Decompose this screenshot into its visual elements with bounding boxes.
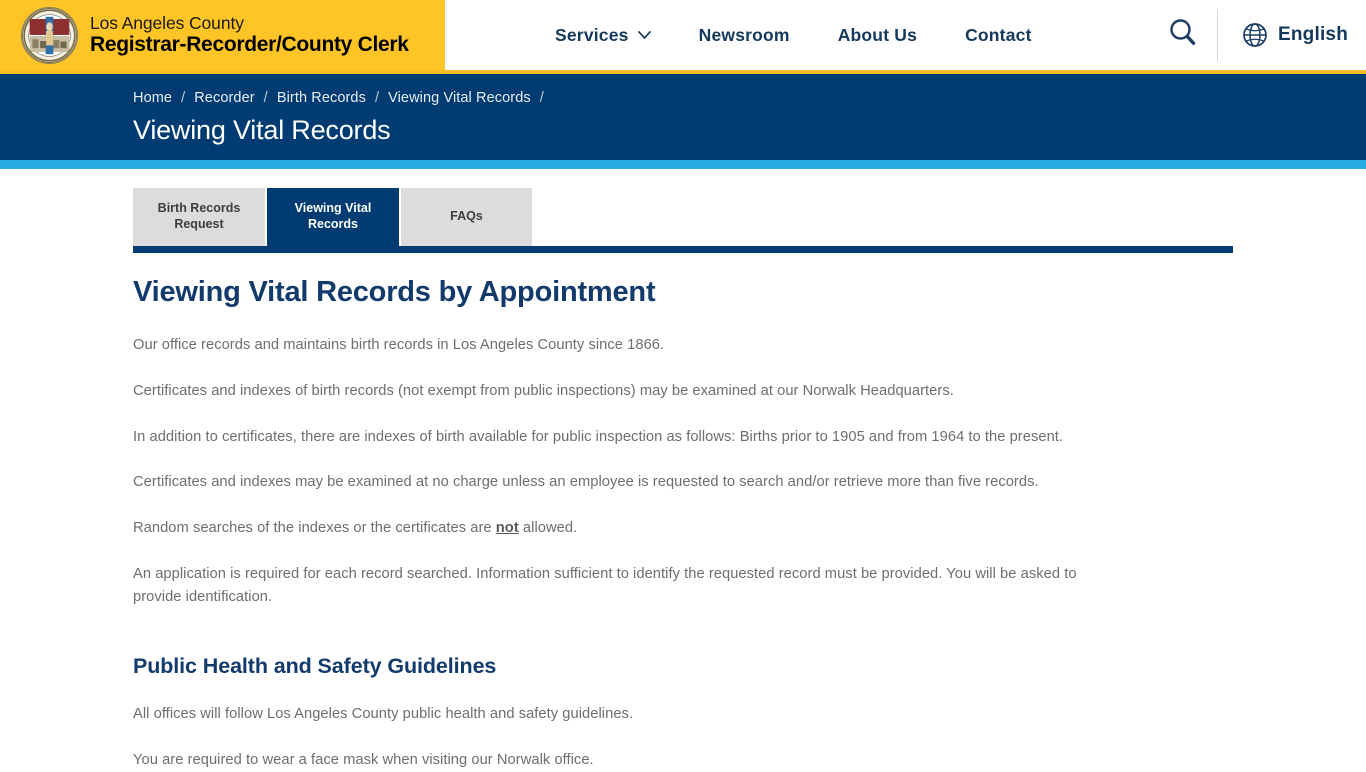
nav-item-contact-label: Contact (965, 24, 1032, 45)
brand-line-department: Registrar-Recorder/County Clerk (90, 32, 409, 56)
primary-nav: Services Newsroom About Us Contact (445, 0, 1155, 70)
tab-faqs[interactable]: FAQs (401, 188, 532, 246)
language-selector[interactable]: English (1242, 22, 1348, 48)
language-label: English (1277, 24, 1348, 45)
paragraph-certificates-examined: Certificates and indexes of birth record… (133, 382, 954, 399)
search-button[interactable] (1155, 16, 1211, 55)
breadcrumb-item-viewing-vital-records[interactable]: Viewing Vital Records (388, 90, 531, 106)
county-seal-icon (21, 6, 78, 64)
tab-faqs-label: FAQs (450, 209, 483, 224)
globe-icon (1242, 22, 1268, 48)
paragraph-offices-guidelines: All offices will follow Los Angeles Coun… (133, 706, 634, 723)
banner-accent-bar (0, 160, 1366, 169)
tab-viewing-vital-records-line1: Viewing Vital (294, 201, 372, 216)
nav-item-newsroom[interactable]: Newsroom (699, 25, 790, 46)
main-content: Viewing Vital Records by Appointment Our… (0, 253, 1110, 772)
tab-birth-records-request-line1: Birth Records (157, 201, 241, 216)
tab-underline-bar (133, 246, 1233, 253)
paragraph-no-charge: Certificates and indexes may be examined… (133, 474, 1039, 491)
nav-item-about-us[interactable]: About Us (838, 25, 917, 46)
search-icon (1166, 16, 1200, 55)
page-banner: Home / Recorder / Birth Records / Viewin… (0, 74, 1366, 160)
random-searches-after: allowed. (518, 520, 578, 537)
content-heading: Viewing Vital Records by Appointment (133, 276, 656, 308)
breadcrumb-separator: / (263, 90, 268, 106)
breadcrumb-item-birth-records[interactable]: Birth Records (277, 90, 366, 106)
brand-text: Los Angeles County Registrar-Recorder/Co… (90, 14, 409, 55)
breadcrumb-item-home[interactable]: Home (133, 90, 172, 106)
tabs-section: Birth Records Request Viewing Vital Reco… (0, 169, 1366, 253)
breadcrumb-separator: / (539, 90, 544, 106)
nav-item-contact[interactable]: Contact (965, 25, 1032, 46)
section-heading-public-health: Public Health and Safety Guidelines (133, 654, 497, 679)
breadcrumb: Home / Recorder / Birth Records / Viewin… (133, 87, 1366, 109)
brand-block[interactable]: Los Angeles County Registrar-Recorder/Co… (0, 0, 445, 70)
site-header: Los Angeles County Registrar-Recorder/Co… (0, 0, 1366, 74)
nav-item-services[interactable]: Services (555, 25, 651, 46)
breadcrumb-separator: / (181, 90, 186, 106)
chevron-down-icon (637, 31, 651, 40)
paragraph-application-required: An application is required for each reco… (133, 565, 1077, 605)
paragraph-face-mask: You are required to wear a face mask whe… (133, 752, 594, 769)
nav-item-services-label: Services (555, 24, 629, 45)
tab-birth-records-request[interactable]: Birth Records Request (133, 188, 265, 246)
paragraph-records-since: Our office records and maintains birth r… (133, 337, 665, 353)
page-title: Viewing Vital Records (133, 115, 391, 145)
tab-viewing-vital-records[interactable]: Viewing Vital Records (267, 188, 399, 246)
tab-birth-records-request-line2: Request (174, 217, 224, 231)
header-utilities: English (1155, 0, 1366, 70)
tab-list: Birth Records Request Viewing Vital Reco… (133, 188, 1233, 246)
breadcrumb-separator: / (374, 90, 380, 106)
nav-item-about-us-label: About Us (837, 24, 918, 45)
tab-viewing-vital-records-line2: Records (307, 217, 359, 231)
paragraph-indexes-inspection: In addition to certificates, there are i… (133, 428, 1064, 445)
random-searches-emphasis: not (495, 520, 519, 537)
random-searches-before: Random searches of the indexes or the ce… (133, 520, 496, 537)
breadcrumb-item-recorder[interactable]: Recorder (194, 90, 254, 106)
brand-line-county: Los Angeles County (90, 13, 244, 34)
nav-item-newsroom-label: Newsroom (698, 24, 790, 45)
header-divider (1216, 9, 1218, 61)
paragraph-random-searches: Random searches of the indexes or the ce… (133, 517, 1110, 540)
